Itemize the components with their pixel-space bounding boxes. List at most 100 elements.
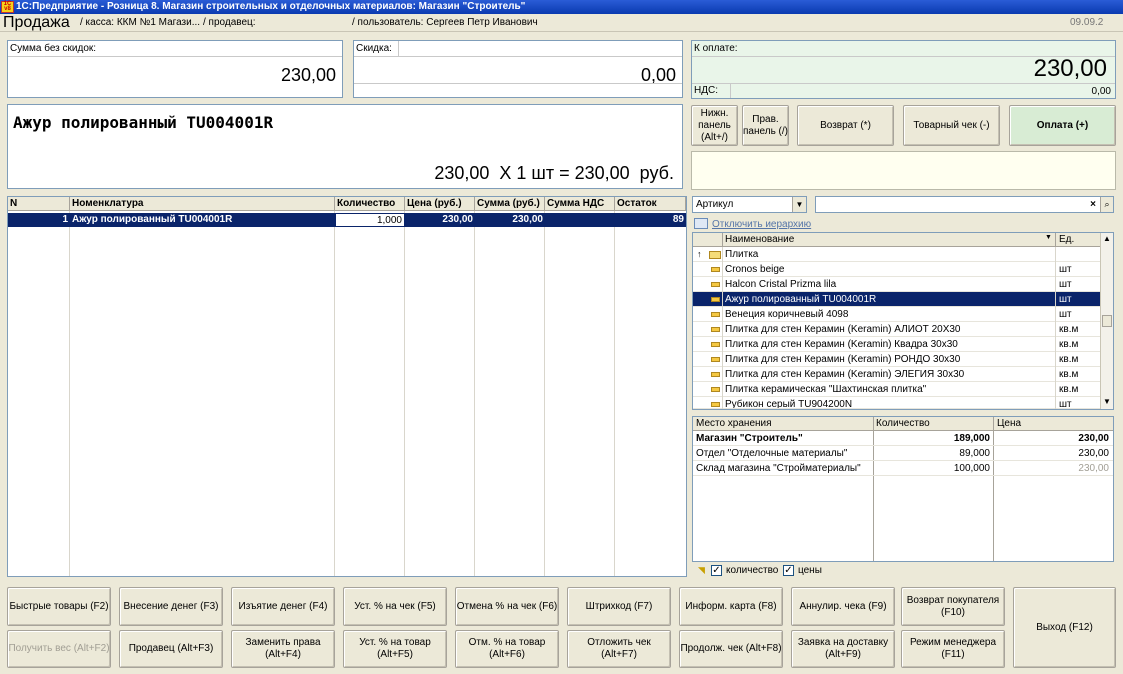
customer-return-button[interactable]: Возврат покупателя (F10): [901, 587, 1005, 626]
item-icon: [711, 267, 720, 272]
catalog-header: Наименование ▼ Ед.: [693, 233, 1100, 247]
bottom-panel-button[interactable]: Нижн. панель (Alt+/): [691, 105, 738, 146]
void-receipt-button[interactable]: Аннулир. чека (F9): [791, 587, 895, 626]
delivery-request-button[interactable]: Заявка на доставку (Alt+F9): [791, 630, 895, 668]
col-catalog-unit[interactable]: Ед.: [1059, 234, 1074, 246]
cancel-receipt-discount-button[interactable]: Отмена % на чек (F6): [455, 587, 559, 626]
payment-button[interactable]: Оплата (+): [1009, 105, 1116, 146]
col-vat[interactable]: Сумма НДС: [545, 197, 615, 211]
replace-rights-button[interactable]: Заменить права (Alt+F4): [231, 630, 335, 668]
search-input[interactable]: × ⌕: [815, 196, 1114, 213]
quick-goods-button[interactable]: Быстрые товары (F2): [7, 587, 111, 626]
seller-button[interactable]: Продавец (Alt+F3): [119, 630, 223, 668]
hierarchy-link[interactable]: Отключить иерархию: [712, 219, 811, 231]
scroll-up-icon[interactable]: ▲: [1101, 233, 1113, 245]
list-item[interactable]: Плитка для стен Керамин (Keramin) Квадра…: [693, 337, 1100, 352]
list-item[interactable]: Плитка для стен Керамин (Keramin) АЛИОТ …: [693, 322, 1100, 337]
user-label: / пользователь: Сергеев Петр Иванович: [352, 17, 538, 28]
table-row[interactable]: Отдел "Отделочные материалы" 89,000 230,…: [693, 446, 1113, 461]
catalog-scrollbar[interactable]: ▲ ▼: [1100, 233, 1113, 409]
col-name[interactable]: Номенклатура: [70, 197, 335, 211]
postpone-receipt-button[interactable]: Отложить чек (Alt+F7): [567, 630, 671, 668]
exit-button[interactable]: Выход (F12): [1013, 587, 1116, 668]
item-discount-button[interactable]: Уст. % на товар (Alt+F5): [343, 630, 447, 668]
folder-icon: [709, 251, 721, 259]
sum-panel: Сумма без скидок: 230,00: [7, 40, 343, 98]
col-rest[interactable]: Остаток: [615, 197, 686, 211]
up-arrow-icon[interactable]: ↑: [697, 247, 702, 262]
cash-in-button[interactable]: Внесение денег (F3): [119, 587, 223, 626]
col-stock-place[interactable]: Место хранения: [696, 418, 772, 430]
date-label: 09.09.2: [1070, 17, 1104, 28]
list-item[interactable]: Плитка для стен Керамин (Keramin) ЭЛЕГИЯ…: [693, 367, 1100, 382]
receipt-discount-button[interactable]: Уст. % на чек (F5): [343, 587, 447, 626]
item-icon: [711, 387, 720, 392]
col-qty[interactable]: Количество: [335, 197, 405, 211]
item-icon: [711, 402, 720, 407]
list-item[interactable]: Cronos beige шт: [693, 262, 1100, 277]
search-icon[interactable]: ⌕: [1100, 197, 1113, 212]
col-price[interactable]: Цена (руб.): [405, 197, 475, 211]
page-title: Продажа: [3, 14, 70, 31]
seller-label: / продавец:: [203, 17, 256, 28]
list-item[interactable]: Плитка керамическая "Шахтинская плитка" к…: [693, 382, 1100, 397]
row-qty[interactable]: 1,000: [335, 213, 405, 227]
qty-checkbox[interactable]: ✓: [711, 565, 722, 576]
right-panel-button[interactable]: Прав. панель (/): [742, 105, 789, 146]
item-icon: [711, 282, 720, 287]
stock-table[interactable]: Место хранения Количество Цена Магазин "…: [692, 416, 1114, 562]
row-price: 230,00: [442, 214, 473, 225]
kassa-label: / касса: ККМ №1 Магази...: [80, 17, 201, 28]
search-mode-select[interactable]: Артикул ▼: [692, 196, 807, 213]
item-icon: [711, 357, 720, 362]
app-logo-icon: 1С v8: [1, 1, 14, 13]
receipt-table[interactable]: N Номенклатура Количество Цена (руб.) Су…: [7, 196, 687, 577]
row-vat: [545, 213, 613, 227]
sum-value: 230,00: [280, 65, 336, 85]
table-row[interactable]: Склад магазина "Стройматериалы" 100,000 …: [693, 461, 1113, 476]
discount-label: Скидка:: [356, 43, 392, 54]
row-sum: 230,00: [512, 214, 543, 225]
scroll-thumb[interactable]: [1102, 315, 1112, 327]
get-weight-button[interactable]: Получить вес (Alt+F2): [7, 630, 111, 668]
pointer-icon: ◥: [698, 565, 705, 575]
info-area: [691, 151, 1116, 190]
col-catalog-name[interactable]: Наименование: [725, 234, 794, 246]
header-bar: Продажа / касса: ККМ №1 Магази... / прод…: [0, 14, 1123, 32]
vat-value: 0,00: [1091, 86, 1111, 97]
continue-receipt-button[interactable]: Продолж. чек (Alt+F8): [679, 630, 783, 668]
list-item[interactable]: Рубикон серый TU904200N шт: [693, 397, 1100, 409]
chevron-down-icon[interactable]: ▼: [792, 197, 806, 212]
list-item[interactable]: Плитка для стен Керамин (Keramin) РОНДО …: [693, 352, 1100, 367]
col-stock-qty[interactable]: Количество: [876, 418, 930, 430]
list-item[interactable]: Halcon Cristal Prizma lila шт: [693, 277, 1100, 292]
receipt-button[interactable]: Товарный чек (-): [903, 105, 1000, 146]
manager-mode-button[interactable]: Режим менеджера (F11): [901, 630, 1005, 668]
cancel-item-discount-button[interactable]: Отм. % на товар (Alt+F6): [455, 630, 559, 668]
table-row[interactable]: Магазин "Строитель" 189,000 230,00: [693, 431, 1113, 446]
row-n: 1: [62, 214, 68, 225]
pay-label: К оплате:: [694, 43, 738, 54]
cash-out-button[interactable]: Изъятие денег (F4): [231, 587, 335, 626]
list-item[interactable]: ↑ Плитка: [693, 247, 1100, 262]
table-row[interactable]: 1 Ажур полированный TU004001R 1,000 230,…: [8, 213, 686, 227]
list-item[interactable]: Венеция коричневый 4098 шт: [693, 307, 1100, 322]
row-name: Ажур полированный TU004001R: [72, 214, 233, 225]
scroll-down-icon[interactable]: ▼: [1101, 396, 1113, 408]
price-checkbox[interactable]: ✓: [783, 565, 794, 576]
discount-panel: Скидка: 0,00: [353, 40, 683, 98]
item-icon: [711, 297, 720, 302]
item-display: Ажур полированный TU004001R 230,00 X 1 ш…: [7, 104, 683, 189]
col-n[interactable]: N: [8, 197, 70, 211]
clear-icon[interactable]: ×: [1087, 197, 1099, 212]
row-rest: 89: [672, 214, 684, 225]
barcode-button[interactable]: Штрихкод (F7): [567, 587, 671, 626]
catalog-list[interactable]: Наименование ▼ Ед. ↑ Плитка Cronos beige…: [692, 232, 1114, 410]
display-item-name: Ажур полированный TU004001R: [13, 113, 274, 132]
col-sum[interactable]: Сумма (руб.): [475, 197, 545, 211]
pay-value: 230,00: [1033, 55, 1107, 82]
list-item[interactable]: Ажур полированный TU004001R шт: [693, 292, 1100, 307]
info-card-button[interactable]: Информ. карта (F8): [679, 587, 783, 626]
return-button[interactable]: Возврат (*): [797, 105, 894, 146]
col-stock-price[interactable]: Цена: [997, 418, 1021, 430]
